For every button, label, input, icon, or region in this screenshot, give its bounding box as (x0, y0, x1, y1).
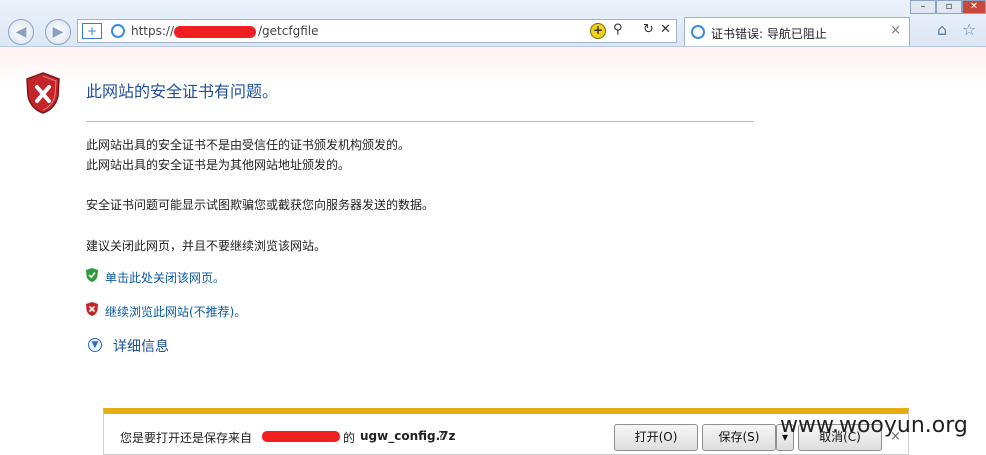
url-path: /getcfgfile (258, 24, 319, 38)
home-icon[interactable]: ⌂ (937, 20, 947, 39)
browser-chrome: ◀ ▶ + https:// /getcfgfile + ⚲ ↻ ✕ 证书错误:… (0, 0, 986, 47)
error-line-mismatch: 此网站出具的安全证书是为其他网站地址颁发的。 (86, 158, 351, 172)
details-label[interactable]: 详细信息 (113, 336, 169, 356)
download-prompt-start: 您是要打开还是保存来自 (120, 431, 253, 445)
error-line-recommendation: 建议关闭此网页，并且不要继续浏览该网站。 (86, 239, 327, 253)
certificate-error-page: 此网站的安全证书有问题。 此网站出具的安全证书不是由受信任的证书颁发机构颁发的。… (0, 47, 986, 455)
back-button[interactable]: ◀ (8, 19, 34, 45)
download-prompt-of: 的 (343, 431, 356, 445)
redacted-host (262, 431, 340, 442)
green-shield-icon (86, 268, 98, 282)
url-prefix: https:// (131, 24, 175, 38)
page-title: 此网站的安全证书有问题。 (86, 82, 279, 101)
error-shield-icon (26, 72, 60, 114)
ie-page-icon (111, 24, 125, 38)
stop-icon[interactable]: ✕ (660, 22, 671, 37)
maximize-button[interactable]: ▫ (936, 0, 962, 14)
plus-icon[interactable]: + (82, 23, 102, 39)
minimize-button[interactable]: – (910, 0, 936, 14)
chevron-down-icon[interactable]: ▼ (88, 338, 102, 352)
favorites-star-icon[interactable]: ☆ (962, 20, 976, 39)
ie-tab-icon (691, 25, 705, 39)
tab-certificate-error[interactable]: 证书错误: 导航已阻止 × (684, 17, 910, 46)
search-icon[interactable]: ⚲ (613, 22, 623, 37)
divider (86, 121, 754, 122)
tab-close-icon[interactable]: × (890, 23, 901, 38)
watermark: www.wooyun.org (780, 413, 968, 438)
redacted-host (174, 26, 256, 38)
download-prompt-end: ? (438, 429, 445, 443)
forward-button[interactable]: ▶ (45, 19, 71, 45)
open-button[interactable]: 打开(O) (614, 424, 698, 451)
continue-link[interactable]: 继续浏览此网站(不推荐)。 (105, 303, 246, 320)
refresh-icon[interactable]: ↻ (643, 22, 654, 37)
red-shield-icon (86, 302, 98, 316)
error-line-risk: 安全证书问题可能显示试图欺骗您或截获您向服务器发送的数据。 (86, 198, 435, 212)
close-page-link[interactable]: 单击此处关闭该网页。 (105, 269, 225, 286)
error-line-untrusted: 此网站出具的安全证书不是由受信任的证书颁发机构颁发的。 (86, 138, 411, 152)
window-close-button[interactable]: ✕ (962, 0, 986, 14)
certificate-error-icon[interactable]: + (590, 23, 606, 39)
address-bar[interactable]: + https:// /getcfgfile + ⚲ ↻ ✕ (77, 19, 677, 43)
tab-title: 证书错误: 导航已阻止 (711, 27, 827, 41)
save-button[interactable]: 保存(S) (702, 424, 776, 451)
